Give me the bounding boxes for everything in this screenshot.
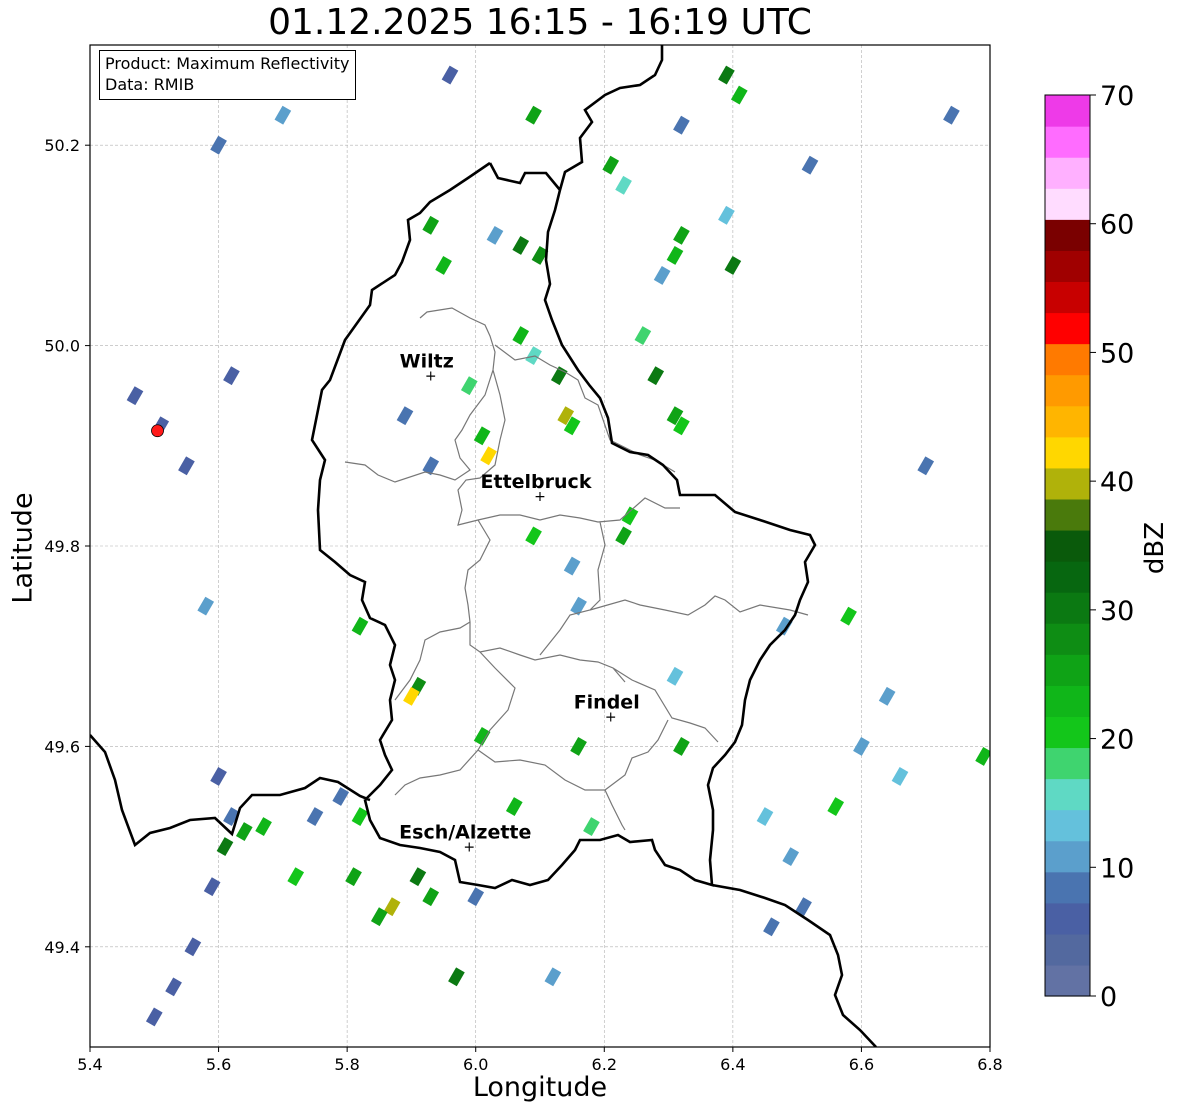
- radar-map: 5.4 5.6 5.8 6.0 6.2 6.4 6.6 6.849.449.649.850.0…: [44, 44, 1134, 1074]
- colorbar-segment: [1045, 219, 1090, 251]
- colorbar-tick-label: 70: [1100, 81, 1134, 112]
- colorbar-segment: [1045, 561, 1090, 593]
- colorbar-segment: [1045, 747, 1090, 780]
- y-tick-label: 49.4: [44, 938, 80, 957]
- colorbar-segment: [1045, 623, 1090, 655]
- city-label: Wiltz: [400, 351, 454, 373]
- data-source-line: Data: RMIB: [105, 75, 195, 94]
- colorbar-segment: [1045, 281, 1090, 314]
- colorbar-segment: [1045, 809, 1090, 842]
- radar-site-marker: [151, 424, 164, 438]
- colorbar-tick-label: 0: [1100, 982, 1117, 1013]
- colorbar-segment: [1045, 529, 1090, 562]
- colorbar-segment: [1045, 157, 1090, 189]
- y-tick-label: 49.8: [44, 537, 80, 556]
- colorbar-segment: [1045, 436, 1090, 469]
- colorbar-segment: [1045, 312, 1090, 345]
- y-tick-label: 50.2: [44, 136, 80, 155]
- colorbar-segment: [1045, 716, 1090, 749]
- colorbar-segment: [1045, 654, 1090, 686]
- colorbar: 0 10 20 30 40 50 60 70: [1044, 81, 1134, 1013]
- colorbar-label: dBZ: [1140, 521, 1170, 575]
- colorbar-segment: [1045, 964, 1090, 997]
- x-axis-label: Longitude: [472, 1072, 608, 1103]
- city-label: Ettelbruck: [481, 471, 592, 493]
- colorbar-tick-label: 40: [1100, 467, 1134, 498]
- colorbar-segment: [1045, 250, 1090, 283]
- y-axis-label: Latitude: [7, 492, 39, 604]
- colorbar-segment: [1045, 374, 1090, 407]
- colorbar-segment: [1045, 188, 1090, 220]
- product-info-box: Product: Maximum Reflectivity Data: RMIB: [99, 50, 357, 100]
- colorbar-tick-label: 30: [1100, 596, 1134, 627]
- colorbar-tick-label: 20: [1100, 725, 1134, 756]
- y-tick-label: 49.6: [44, 737, 80, 756]
- colorbar-tick-label: 50: [1100, 338, 1134, 369]
- city-label: Findel: [574, 691, 640, 713]
- colorbar-segment: [1045, 933, 1090, 966]
- colorbar-segment: [1045, 467, 1090, 500]
- colorbar-tick-label: 10: [1100, 853, 1134, 884]
- colorbar-segment: [1045, 778, 1090, 811]
- colorbar-segment: [1045, 95, 1090, 127]
- city-label: Esch/Alzette: [399, 822, 531, 844]
- colorbar-segment: [1045, 343, 1090, 376]
- colorbar-segment: [1045, 126, 1090, 158]
- colorbar-segment: [1045, 498, 1090, 531]
- colorbar-tick-label: 60: [1100, 210, 1134, 241]
- y-tick-label: 50.0: [44, 337, 80, 356]
- colorbar-segment: [1045, 405, 1090, 438]
- product-line: Product: Maximum Reflectivity: [105, 54, 350, 73]
- colorbar-segment: [1045, 840, 1090, 873]
- colorbar-segment: [1045, 592, 1090, 624]
- colorbar-segment: [1045, 685, 1090, 717]
- colorbar-segment: [1045, 902, 1090, 935]
- colorbar-segment: [1045, 871, 1090, 904]
